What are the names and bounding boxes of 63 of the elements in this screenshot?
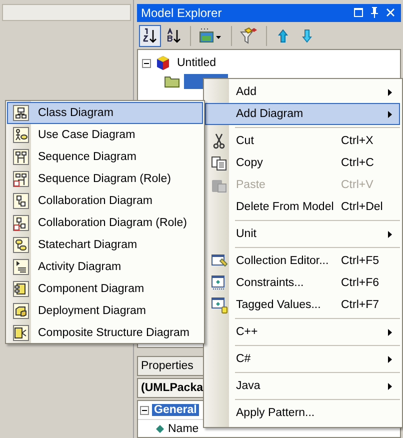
diagram-icon (13, 259, 29, 275)
down-arrow-icon (302, 28, 312, 43)
property-name: Name (168, 422, 199, 434)
menu-item[interactable]: Collaboration Diagram (7, 190, 203, 212)
menu-item[interactable]: Collaboration Diagram (Role) (7, 212, 203, 234)
copy-icon (211, 156, 227, 170)
paste-icon (211, 178, 227, 192)
submenu-arrow-icon (388, 88, 392, 96)
image-dropdown-icon (199, 28, 223, 44)
tree-item[interactable]: Untitled (175, 57, 218, 70)
diagram-icon (13, 105, 29, 121)
menu-item[interactable]: Statechart Diagram (7, 234, 203, 256)
menu-item[interactable]: Constraints... Ctrl+F6 (205, 272, 400, 294)
toolbar-button[interactable] (139, 24, 161, 47)
menu-item[interactable]: Sequence Diagram (Role) (7, 168, 203, 190)
menu-item[interactable]: Class Diagram (7, 102, 203, 124)
menu-item[interactable]: Unit (205, 223, 400, 245)
diagram-icon (13, 127, 29, 143)
menu-item[interactable]: Deployment Diagram (7, 300, 203, 322)
tagged-values-icon (210, 296, 228, 314)
diagram-icon (13, 171, 29, 187)
menu-item[interactable]: Tagged Values... Ctrl+F7 (205, 294, 400, 316)
menu-item[interactable]: Component Diagram (7, 278, 203, 300)
menu-item[interactable]: Delete From Model Ctrl+Del (205, 196, 400, 218)
menu-item[interactable]: Sequence Diagram (7, 146, 203, 168)
filter-icon (240, 26, 258, 45)
submenu-arrow-icon (388, 328, 392, 336)
diagram-icon (13, 215, 29, 231)
menu-item[interactable]: Activity Diagram (7, 256, 203, 278)
menu-item[interactable]: Use Case Diagram (7, 124, 203, 146)
menu-item[interactable]: Cut Ctrl+X (205, 130, 400, 152)
scissors-icon (213, 133, 225, 149)
diamond-icon (156, 424, 164, 432)
submenu-arrow-icon (388, 110, 392, 118)
panel-title: Model Explorer (141, 6, 223, 20)
cube-icon (155, 55, 171, 72)
folder-icon (164, 74, 180, 88)
sort-alpha-icon (166, 28, 182, 44)
collapse-toggle[interactable] (142, 58, 151, 68)
submenu-arrow-icon (388, 356, 392, 362)
submenu-arrow-icon (388, 230, 392, 238)
menu-item[interactable]: Add Diagram (205, 103, 400, 125)
category-label[interactable]: General (152, 404, 199, 416)
diagram-icon (13, 193, 29, 209)
menu-item[interactable]: Copy Ctrl+C (205, 152, 400, 174)
menu-item[interactable]: Add (205, 81, 400, 103)
menu-item[interactable]: C++ (205, 321, 400, 343)
diagram-icon (13, 325, 29, 341)
up-arrow-icon (278, 28, 288, 43)
diagram-icon (13, 303, 29, 319)
menu-item[interactable]: Apply Pattern... (205, 402, 400, 424)
menu-item[interactable]: Composite Structure Diagram (7, 322, 203, 344)
collection-editor-icon (210, 254, 228, 268)
submenu-arrow-icon (388, 382, 392, 390)
diagram-icon (13, 281, 29, 297)
maximize-icon[interactable] (351, 6, 365, 20)
menu-item[interactable]: Java (205, 375, 400, 397)
collapse-toggle[interactable] (140, 406, 149, 414)
constraints-icon (210, 275, 228, 291)
menu-item[interactable]: Collection Editor... Ctrl+F5 (205, 250, 400, 272)
diagram-icon (13, 237, 29, 253)
sort-numeric-icon (142, 28, 158, 44)
diagram-icon (13, 149, 29, 165)
